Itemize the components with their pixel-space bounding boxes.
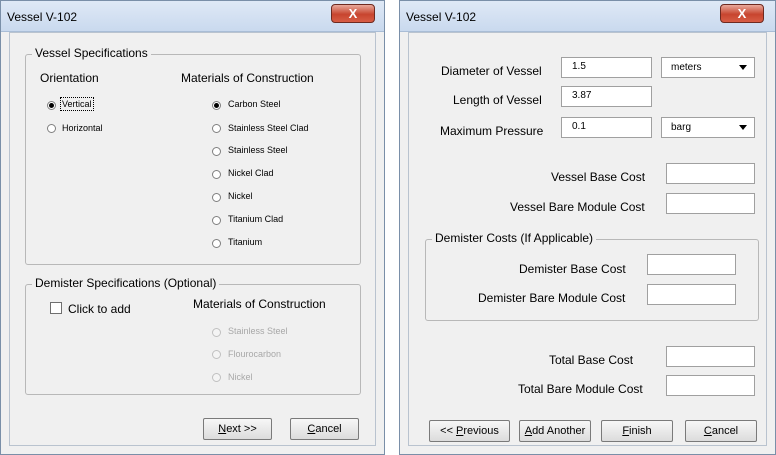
demister-costs-group: Demister Costs (If Applicable) [425,231,759,321]
previous-arrows: << [440,425,457,437]
finish-label: inish [629,425,652,437]
cancel-button[interactable]: Cancel [290,418,359,440]
cancel-mnemonic: C [703,425,712,437]
radio-demister-flourocarbon[interactable] [212,350,221,359]
label-vertical[interactable]: Vertical [60,97,94,111]
click-to-add-label[interactable]: Click to add [68,302,131,316]
pressure-input[interactable]: 0.1 [561,117,652,138]
cancel-button[interactable]: Cancel [685,420,757,442]
cancel-label: ancel [711,425,739,437]
radio-stainless-steel[interactable] [212,147,221,156]
close-icon[interactable]: X [720,4,764,23]
diameter-unit-value: meters [671,62,702,73]
pressure-unit-select[interactable]: barg [661,117,755,138]
add-another-label: dd Another [532,425,586,437]
vessel-base-cost-output [666,163,755,184]
title-bar: Vessel V-102 X [1,1,384,32]
total-base-cost-output [666,346,755,367]
dialog-client-area: Vessel Specifications Orientation Materi… [9,32,376,446]
vessel-specs-dialog: Vessel V-102 X Vessel Specifications Ori… [0,0,385,455]
total-base-cost-label: Total Base Cost [549,353,634,367]
radio-titanium-clad[interactable] [212,216,221,225]
demister-costs-label: Demister Costs (If Applicable) [432,231,597,245]
label-nickel-clad[interactable]: Nickel Clad [228,168,274,178]
vessel-bare-module-cost-label: Vessel Bare Module Cost [510,200,645,214]
materials-heading: Materials of Construction [181,71,314,85]
radio-nickel-clad[interactable] [212,170,221,179]
radio-titanium[interactable] [212,239,221,248]
orientation-heading: Orientation [40,71,99,85]
add-another-mnemonic: A [524,425,533,437]
demister-specifications-label: Demister Specifications (Optional) [32,276,220,290]
demister-materials-heading: Materials of Construction [193,297,326,311]
demister-bare-module-cost-output [647,284,736,305]
pressure-unit-value: barg [671,122,692,133]
label-horizontal[interactable]: Horizontal [62,123,103,133]
diameter-unit-select[interactable]: meters [661,57,755,78]
demister-base-cost-label: Demister Base Cost [519,262,626,276]
next-button-mnemonic: N [218,423,227,435]
radio-carbon-steel[interactable] [212,101,221,110]
total-bare-module-cost-output [666,375,755,396]
chevron-down-icon [739,65,747,70]
label-nickel[interactable]: Nickel [228,191,253,201]
dialog-client-area: Diameter of Vessel 1.5 meters Length of … [408,32,767,446]
pressure-label: Maximum Pressure [440,124,544,138]
next-button-label: ext >> [226,423,257,435]
label-stainless-steel-clad[interactable]: Stainless Steel Clad [228,123,309,133]
vessel-specifications-group: Vessel Specifications [25,46,361,265]
vessel-costs-dialog: Vessel V-102 X Diameter of Vessel 1.5 me… [399,0,776,455]
label-demister-nickel: Nickel [228,372,253,382]
vessel-specifications-label: Vessel Specifications [32,46,151,60]
click-to-add-checkbox[interactable] [50,302,62,314]
previous-button[interactable]: << Previous [429,420,510,442]
label-carbon-steel[interactable]: Carbon Steel [228,99,281,109]
finish-button[interactable]: Finish [601,420,673,442]
label-titanium-clad[interactable]: Titanium Clad [228,214,283,224]
chevron-down-icon [739,125,747,130]
radio-nickel[interactable] [212,193,221,202]
radio-vertical[interactable] [47,101,56,110]
vessel-bare-module-cost-output [666,193,755,214]
demister-base-cost-output [647,254,736,275]
previous-label: revious [463,425,499,437]
demister-bare-module-cost-label: Demister Bare Module Cost [478,291,626,305]
window-title: Vessel V-102 [406,10,477,24]
length-input[interactable]: 3.87 [561,86,652,107]
vessel-base-cost-label: Vessel Base Cost [551,170,646,184]
radio-demister-nickel[interactable] [212,373,221,382]
label-titanium[interactable]: Titanium [228,237,262,247]
radio-stainless-steel-clad[interactable] [212,124,221,133]
radio-horizontal[interactable] [47,124,56,133]
title-bar: Vessel V-102 X [400,1,775,32]
radio-demister-stainless-steel[interactable] [212,328,221,337]
label-demister-flourocarbon: Flourocarbon [228,349,282,359]
close-icon[interactable]: X [331,4,375,23]
add-another-button[interactable]: Add Another [519,420,591,442]
label-demister-stainless-steel: Stainless Steel [228,326,288,336]
next-button[interactable]: Next >> [203,418,272,440]
diameter-input[interactable]: 1.5 [561,57,652,78]
length-label: Length of Vessel [453,93,542,107]
cancel-button-label: ancel [315,423,342,435]
window-title: Vessel V-102 [7,10,78,24]
diameter-label: Diameter of Vessel [441,64,542,78]
total-bare-module-cost-label: Total Bare Module Cost [518,382,643,396]
label-stainless-steel[interactable]: Stainless Steel [228,145,288,155]
